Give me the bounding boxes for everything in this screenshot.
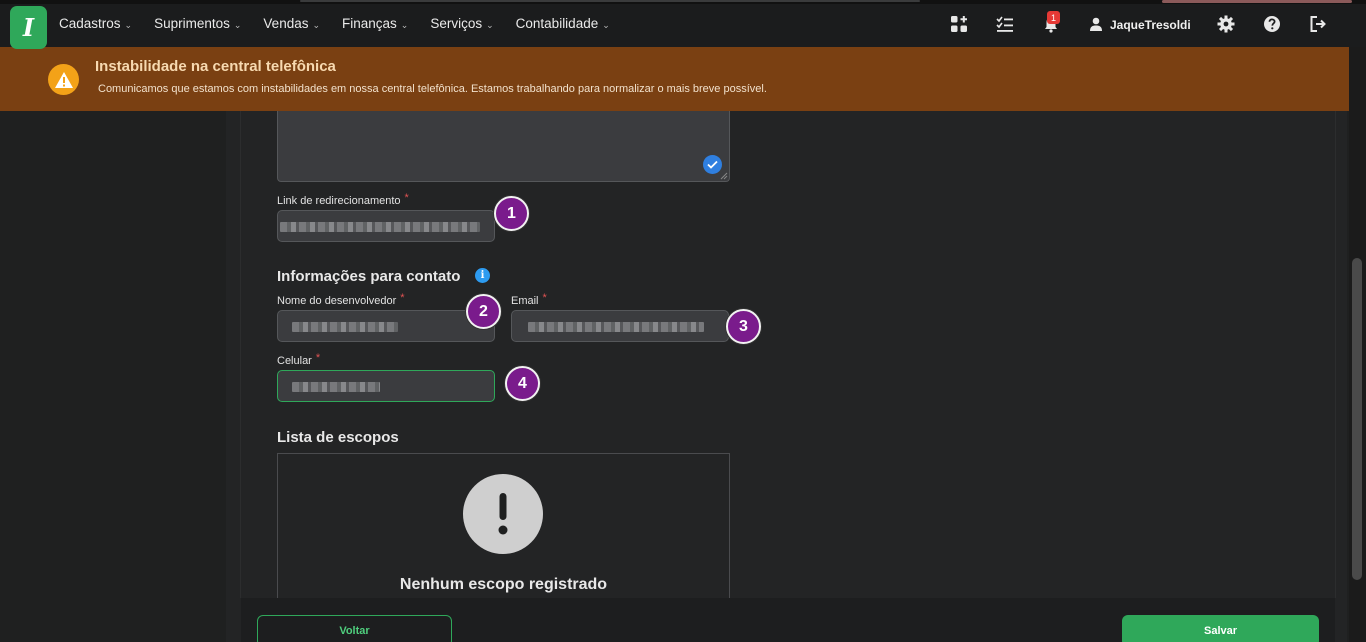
left-pane	[0, 111, 226, 642]
developer-name-input[interactable]	[277, 310, 495, 342]
redacted-value	[528, 322, 704, 332]
step-marker-2: 2	[466, 294, 501, 329]
username-label[interactable]: JaqueTresoldi	[1110, 18, 1191, 32]
step-marker-4: 4	[505, 366, 540, 401]
redacted-value	[292, 382, 380, 392]
required-mark: *	[315, 352, 321, 364]
main-menu: Cadastros ⌄ Suprimentos ⌄ Vendas ⌄ Finanças…	[59, 0, 632, 47]
redacted-value	[280, 222, 480, 232]
scrollbar-thumb[interactable]	[1352, 258, 1362, 580]
browser-button-edge	[1162, 0, 1352, 3]
email-input[interactable]	[511, 310, 729, 342]
required-mark: *	[542, 292, 547, 304]
step-marker-3: 3	[726, 309, 761, 344]
chevron-down-icon: ⌄	[312, 20, 321, 30]
warning-icon	[48, 64, 79, 95]
app-logo[interactable]: I	[10, 6, 47, 49]
menu-vendas[interactable]: Vendas ⌄	[263, 16, 320, 31]
menu-contabilidade[interactable]: Contabilidade ⌄	[516, 16, 610, 31]
redirect-link-input[interactable]	[277, 210, 495, 242]
chevron-down-icon: ⌄	[400, 20, 409, 30]
scopes-section-title: Lista de escopos	[277, 429, 399, 446]
menu-financas[interactable]: Finanças ⌄	[342, 16, 408, 31]
description-textarea[interactable]	[277, 111, 730, 182]
menu-cadastros[interactable]: Cadastros ⌄	[59, 16, 132, 31]
email-label: Email *	[511, 292, 547, 307]
divider	[240, 111, 241, 598]
user-icon[interactable]	[1089, 17, 1103, 31]
phone-label: Celular *	[277, 352, 321, 367]
alert-title: Instabilidade na central telefônica	[95, 58, 336, 75]
chevron-down-icon: ⌄	[233, 20, 242, 30]
required-mark: *	[400, 292, 405, 304]
help-icon[interactable]	[1263, 15, 1281, 33]
info-icon[interactable]: i	[475, 268, 490, 283]
top-navbar: Cadastros ⌄ Suprimentos ⌄ Vendas ⌄ Finanças…	[0, 0, 1366, 47]
back-button[interactable]: Voltar	[257, 615, 452, 642]
exclamation-icon	[463, 474, 543, 554]
menu-suprimentos[interactable]: Suprimentos ⌄	[154, 16, 241, 31]
phone-input[interactable]	[277, 370, 495, 402]
developer-name-label: Nome do desenvolvedor *	[277, 292, 405, 307]
gear-icon[interactable]	[1217, 15, 1235, 33]
alert-banner: Instabilidade na central telefônica Comu…	[0, 47, 1366, 111]
alert-message: Comunicamos que estamos com instabilidad…	[98, 83, 767, 95]
step-marker-1: 1	[494, 196, 529, 231]
task-checklist-icon[interactable]	[996, 15, 1014, 33]
notification-badge: 1	[1047, 11, 1060, 24]
redacted-value	[292, 322, 398, 332]
chevron-down-icon: ⌄	[486, 20, 494, 30]
apps-grid-icon[interactable]	[950, 15, 968, 33]
logout-icon[interactable]	[1309, 15, 1327, 33]
scopes-empty-message: Nenhum escopo registrado	[399, 576, 608, 593]
contact-section-title: Informações para contato	[277, 268, 461, 285]
chevron-down-icon: ⌄	[124, 20, 133, 30]
save-button[interactable]: Salvar	[1122, 615, 1319, 642]
resize-handle-icon[interactable]	[720, 172, 728, 180]
chevron-down-icon: ⌄	[602, 20, 610, 30]
menu-servicos[interactable]: Serviços ⌄	[430, 16, 493, 31]
redirect-link-label: Link de redirecionamento *	[277, 192, 409, 207]
required-mark: *	[404, 192, 409, 204]
divider	[1335, 111, 1336, 598]
